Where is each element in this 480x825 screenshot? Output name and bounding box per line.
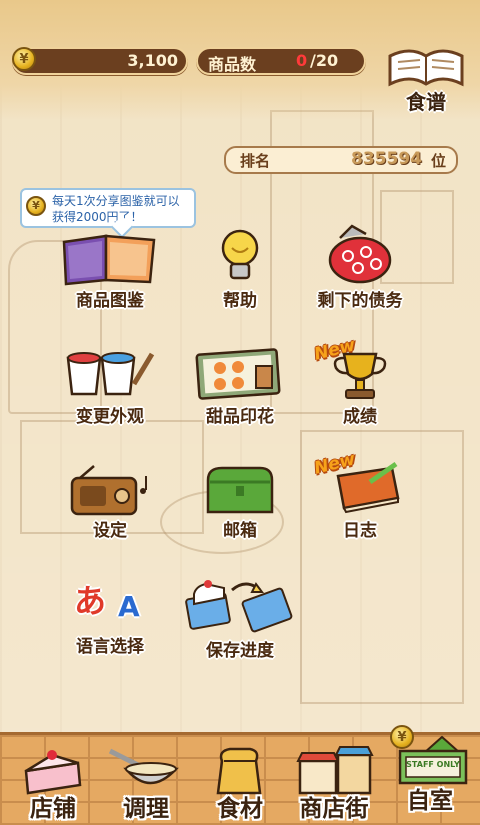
money-value: 3,100: [127, 51, 178, 70]
menu-label: 语言选择: [76, 637, 144, 657]
menu-label: 设定: [93, 521, 127, 541]
tooltip-text: 每天1次分享图鉴就可以获得2000円了！: [52, 194, 180, 224]
menu-item-debt[interactable]: 剩下的债务: [300, 222, 420, 312]
goods-count: 0: [296, 51, 308, 70]
menu-label: 变更外观: [76, 407, 144, 427]
latin-glyph: A: [118, 590, 140, 623]
menu-label: 邮箱: [223, 521, 257, 541]
rank-value: 835594: [351, 149, 422, 169]
menu-label: 商品图鉴: [76, 291, 144, 311]
paint-bucket-icon: [66, 352, 155, 396]
money-display: ¥ 3,100: [12, 47, 188, 75]
recipe-button[interactable]: 食谱: [384, 42, 468, 114]
menu-label: 保存进度: [206, 641, 274, 661]
menu-item-diary[interactable]: New 日志: [300, 449, 420, 542]
rank-unit: 位: [430, 152, 446, 170]
coin-icon: ¥: [12, 47, 36, 71]
menu-item-language[interactable]: あ A 语言选择: [50, 574, 170, 660]
goods-label: 商品数: [208, 55, 257, 74]
menu-item-mailbox[interactable]: 邮箱: [180, 462, 300, 542]
coin-purse-icon: [328, 224, 392, 284]
stamp-card-icon: [195, 348, 281, 400]
tab-ingredients[interactable]: 食材: [196, 735, 284, 825]
menu-item-records[interactable]: New 成绩: [300, 335, 420, 428]
menu-item-settings[interactable]: 设定: [50, 462, 170, 542]
menu-label: 帮助: [223, 291, 257, 311]
radio-icon: [70, 465, 147, 516]
tab-label: 调理: [123, 796, 169, 822]
rank-label: 排名: [240, 152, 271, 170]
recipe-label: 食谱: [406, 90, 446, 114]
menu-item-save[interactable]: 保存进度: [180, 574, 300, 661]
menu-item-appearance[interactable]: 变更外观: [50, 344, 170, 428]
diary-icon: [336, 461, 400, 514]
staff-only-sign: STAFF ONLY: [406, 760, 460, 769]
mailbox-icon: [206, 466, 274, 514]
tab-shopping-street[interactable]: 商店街: [286, 735, 382, 825]
tab-label: 店铺: [30, 796, 76, 822]
tab-cooking[interactable]: 调理: [100, 735, 192, 825]
goods-max: /20: [310, 51, 339, 70]
menu-label: 成绩: [343, 407, 377, 427]
tab-label: 自室: [407, 788, 453, 814]
rank-display: 排名 835594 位: [224, 146, 458, 174]
goods-count-display: 商品数 0 /20: [196, 47, 366, 75]
hiragana-glyph: あ: [74, 582, 107, 620]
tab-my-room[interactable]: ¥ STAFF ONLY 自室: [384, 723, 476, 825]
tab-label: 食材: [217, 796, 263, 822]
bottom-nav: 店铺 调理 食材 商店街 ¥ STAFF ONLY 自室: [0, 725, 480, 825]
tab-label: 商店街: [299, 796, 369, 822]
coin-icon: ¥: [26, 196, 46, 216]
menu-label: 甜品印花: [206, 407, 274, 427]
menu-item-help[interactable]: 帮助: [180, 228, 300, 312]
tab-shop[interactable]: 店铺: [8, 735, 98, 825]
trophy-icon: [333, 352, 387, 399]
share-reward-tooltip: ¥ 每天1次分享图鉴就可以获得2000円了！: [20, 188, 196, 228]
book-icon: [62, 234, 156, 286]
menu-label: 日志: [343, 521, 377, 541]
recipe-book-icon: [388, 49, 464, 87]
lightbulb-icon: [221, 229, 259, 280]
menu-label: 剩下的债务: [317, 291, 403, 311]
menu-item-stamps[interactable]: 甜品印花: [180, 344, 300, 428]
language-icon: あ A: [70, 574, 150, 626]
save-transfer-icon: [185, 580, 293, 633]
menu-item-catalog[interactable]: 商品图鉴: [50, 232, 170, 312]
